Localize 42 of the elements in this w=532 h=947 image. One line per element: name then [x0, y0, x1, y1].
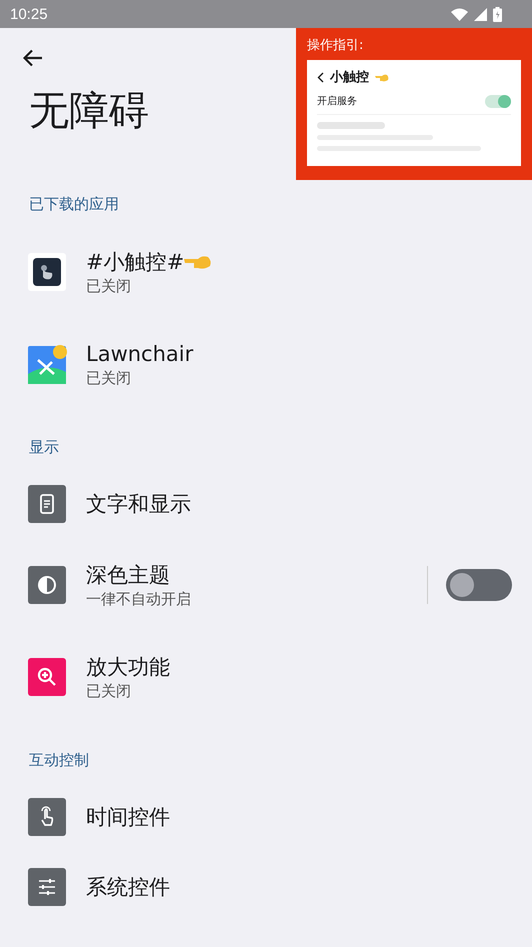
service-label: 开启服务 [317, 94, 357, 108]
settings-item[interactable]: 深色主题 一律不自动开启 [0, 539, 532, 631]
settings-item[interactable]: 系统控件 [0, 852, 532, 922]
touch-app-icon [28, 253, 66, 291]
sliders-icon [28, 868, 66, 906]
item-title: 深色主题 [86, 562, 170, 589]
touch-hand-icon [28, 798, 66, 836]
item-title: Lawnchair [86, 341, 194, 368]
settings-item[interactable]: Lawnchair 已关闭 [0, 318, 532, 410]
section-header: 已下载的应用 [29, 194, 119, 215]
item-title: 系统控件 [86, 874, 170, 901]
item-title: 时间控件 [86, 804, 170, 831]
back-arrow-icon[interactable] [23, 49, 43, 67]
page-title: 无障碍 [29, 87, 149, 135]
item-subtitle: 已关闭 [86, 368, 131, 388]
item-title: #小触控# [86, 249, 184, 276]
launcher-app-icon [28, 344, 68, 384]
signal-icon [474, 8, 487, 20]
battery-icon [493, 6, 502, 22]
section-header: 显示 [29, 437, 59, 458]
contrast-icon [28, 566, 66, 604]
item-title: 文字和显示 [86, 491, 191, 518]
app-name: 小触控 [330, 69, 369, 86]
placeholder-line [317, 122, 385, 129]
item-subtitle: 已关闭 [86, 681, 131, 701]
clock-time: 10:25 [10, 6, 48, 22]
zoom-in-icon [28, 658, 66, 696]
section-header: 互动控制 [29, 750, 89, 771]
toggle-switch[interactable] [446, 569, 512, 601]
settings-item[interactable]: 放大功能 已关闭 [0, 631, 532, 723]
back-icon [317, 72, 324, 82]
pointing-hand-icon [375, 72, 389, 82]
settings-item[interactable]: #小触控# 已关闭 [0, 226, 532, 318]
item-subtitle: 一律不自动开启 [86, 589, 191, 609]
item-title: 放大功能 [86, 654, 170, 681]
service-toggle[interactable] [485, 94, 511, 108]
item-subtitle: 已关闭 [86, 276, 131, 296]
settings-item[interactable]: 文字和显示 [0, 469, 532, 539]
phone-icon [28, 485, 66, 523]
wifi-icon [451, 8, 468, 20]
settings-item[interactable]: 时间控件 [0, 782, 532, 852]
guide-title: 操作指引: [307, 37, 364, 54]
